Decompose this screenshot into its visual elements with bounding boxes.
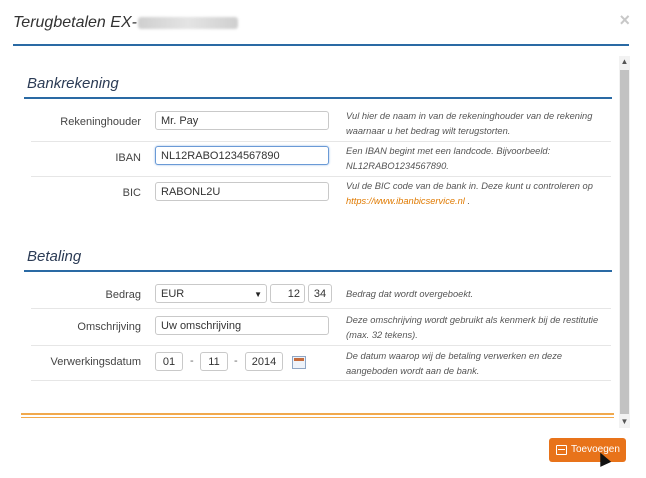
title-divider — [13, 44, 629, 46]
section-divider — [24, 270, 612, 272]
toevoegen-label: Toevoegen — [571, 444, 620, 455]
dialog-title: Terugbetalen EX- — [13, 14, 238, 32]
row-divider — [31, 380, 611, 381]
amount-label: Bedrag — [105, 289, 141, 301]
description-input[interactable]: Uw omschrijving — [155, 316, 329, 335]
section-title-bankrekening: Bankrekening — [27, 75, 119, 92]
date-label: Verwerkingsdatum — [50, 356, 142, 368]
holder-label: Rekeninghouder — [60, 116, 141, 128]
refund-dialog: Terugbetalen EX- × Bankrekening Rekening… — [0, 0, 646, 478]
iban-input[interactable]: NL12RABO1234567890 — [155, 146, 329, 165]
section-divider — [24, 97, 612, 99]
dropdown-arrow-icon: ▼ — [254, 290, 262, 299]
iban-label: IBAN — [115, 152, 141, 164]
description-label: Omschrijving — [77, 321, 141, 333]
description-help: Deze omschrijving wordt gebruikt als ken… — [346, 315, 599, 340]
bic-label: BIC — [122, 187, 141, 199]
date-separator: - — [234, 355, 238, 367]
close-icon[interactable]: × — [619, 10, 630, 31]
holder-input[interactable]: Mr. Pay — [155, 111, 329, 130]
bic-help: Vul de BIC code van de bank in. Deze kun… — [346, 179, 608, 209]
date-day-input[interactable]: 01 — [155, 352, 183, 371]
holder-help: Vul hier de naam in van de rekeninghoude… — [346, 111, 593, 136]
section-title-betaling: Betaling — [27, 248, 82, 265]
dialog-body: Bankrekening Rekeninghouder Mr. Pay Vul … — [13, 56, 619, 428]
currency-select[interactable]: EUR ▼ — [155, 284, 267, 303]
date-year-input[interactable]: 2014 — [245, 352, 283, 371]
scrollbar-thumb[interactable] — [620, 70, 629, 414]
date-help: De datum waarop wij de betaling verwerke… — [346, 351, 563, 376]
row-divider — [31, 345, 611, 346]
vertical-scrollbar[interactable]: ▲ ▼ — [619, 56, 630, 428]
bic-help-end: . — [464, 196, 471, 206]
dialog-title-text: Terugbetalen EX- — [13, 14, 137, 31]
footer-divider — [21, 413, 614, 415]
bic-input[interactable]: RABONL2U — [155, 182, 329, 201]
amount-whole-input[interactable]: 12 — [270, 284, 305, 303]
currency-value: EUR — [161, 288, 185, 300]
bic-help-text: Vul de BIC code van de bank in. Deze kun… — [346, 181, 593, 191]
redacted-reference — [137, 16, 238, 29]
calendar-icon[interactable] — [292, 356, 306, 369]
footer-divider — [21, 417, 614, 418]
date-month-input[interactable]: 11 — [200, 352, 228, 371]
scroll-up-icon[interactable]: ▲ — [619, 56, 630, 68]
row-divider — [31, 308, 611, 309]
ibanbicservice-link[interactable]: https://www.ibanbicservice.nl — [346, 196, 465, 206]
amount-cents-input[interactable]: 34 — [308, 284, 332, 303]
row-divider — [31, 176, 611, 177]
amount-help: Bedrag dat wordt overgeboekt. — [346, 289, 474, 299]
date-separator: - — [190, 355, 194, 367]
iban-help: Een IBAN begint met een landcode. Bijvoo… — [346, 146, 551, 171]
row-divider — [31, 141, 611, 142]
scroll-down-icon[interactable]: ▼ — [619, 416, 630, 428]
save-icon — [556, 445, 567, 455]
toevoegen-button[interactable]: Toevoegen — [549, 438, 626, 462]
